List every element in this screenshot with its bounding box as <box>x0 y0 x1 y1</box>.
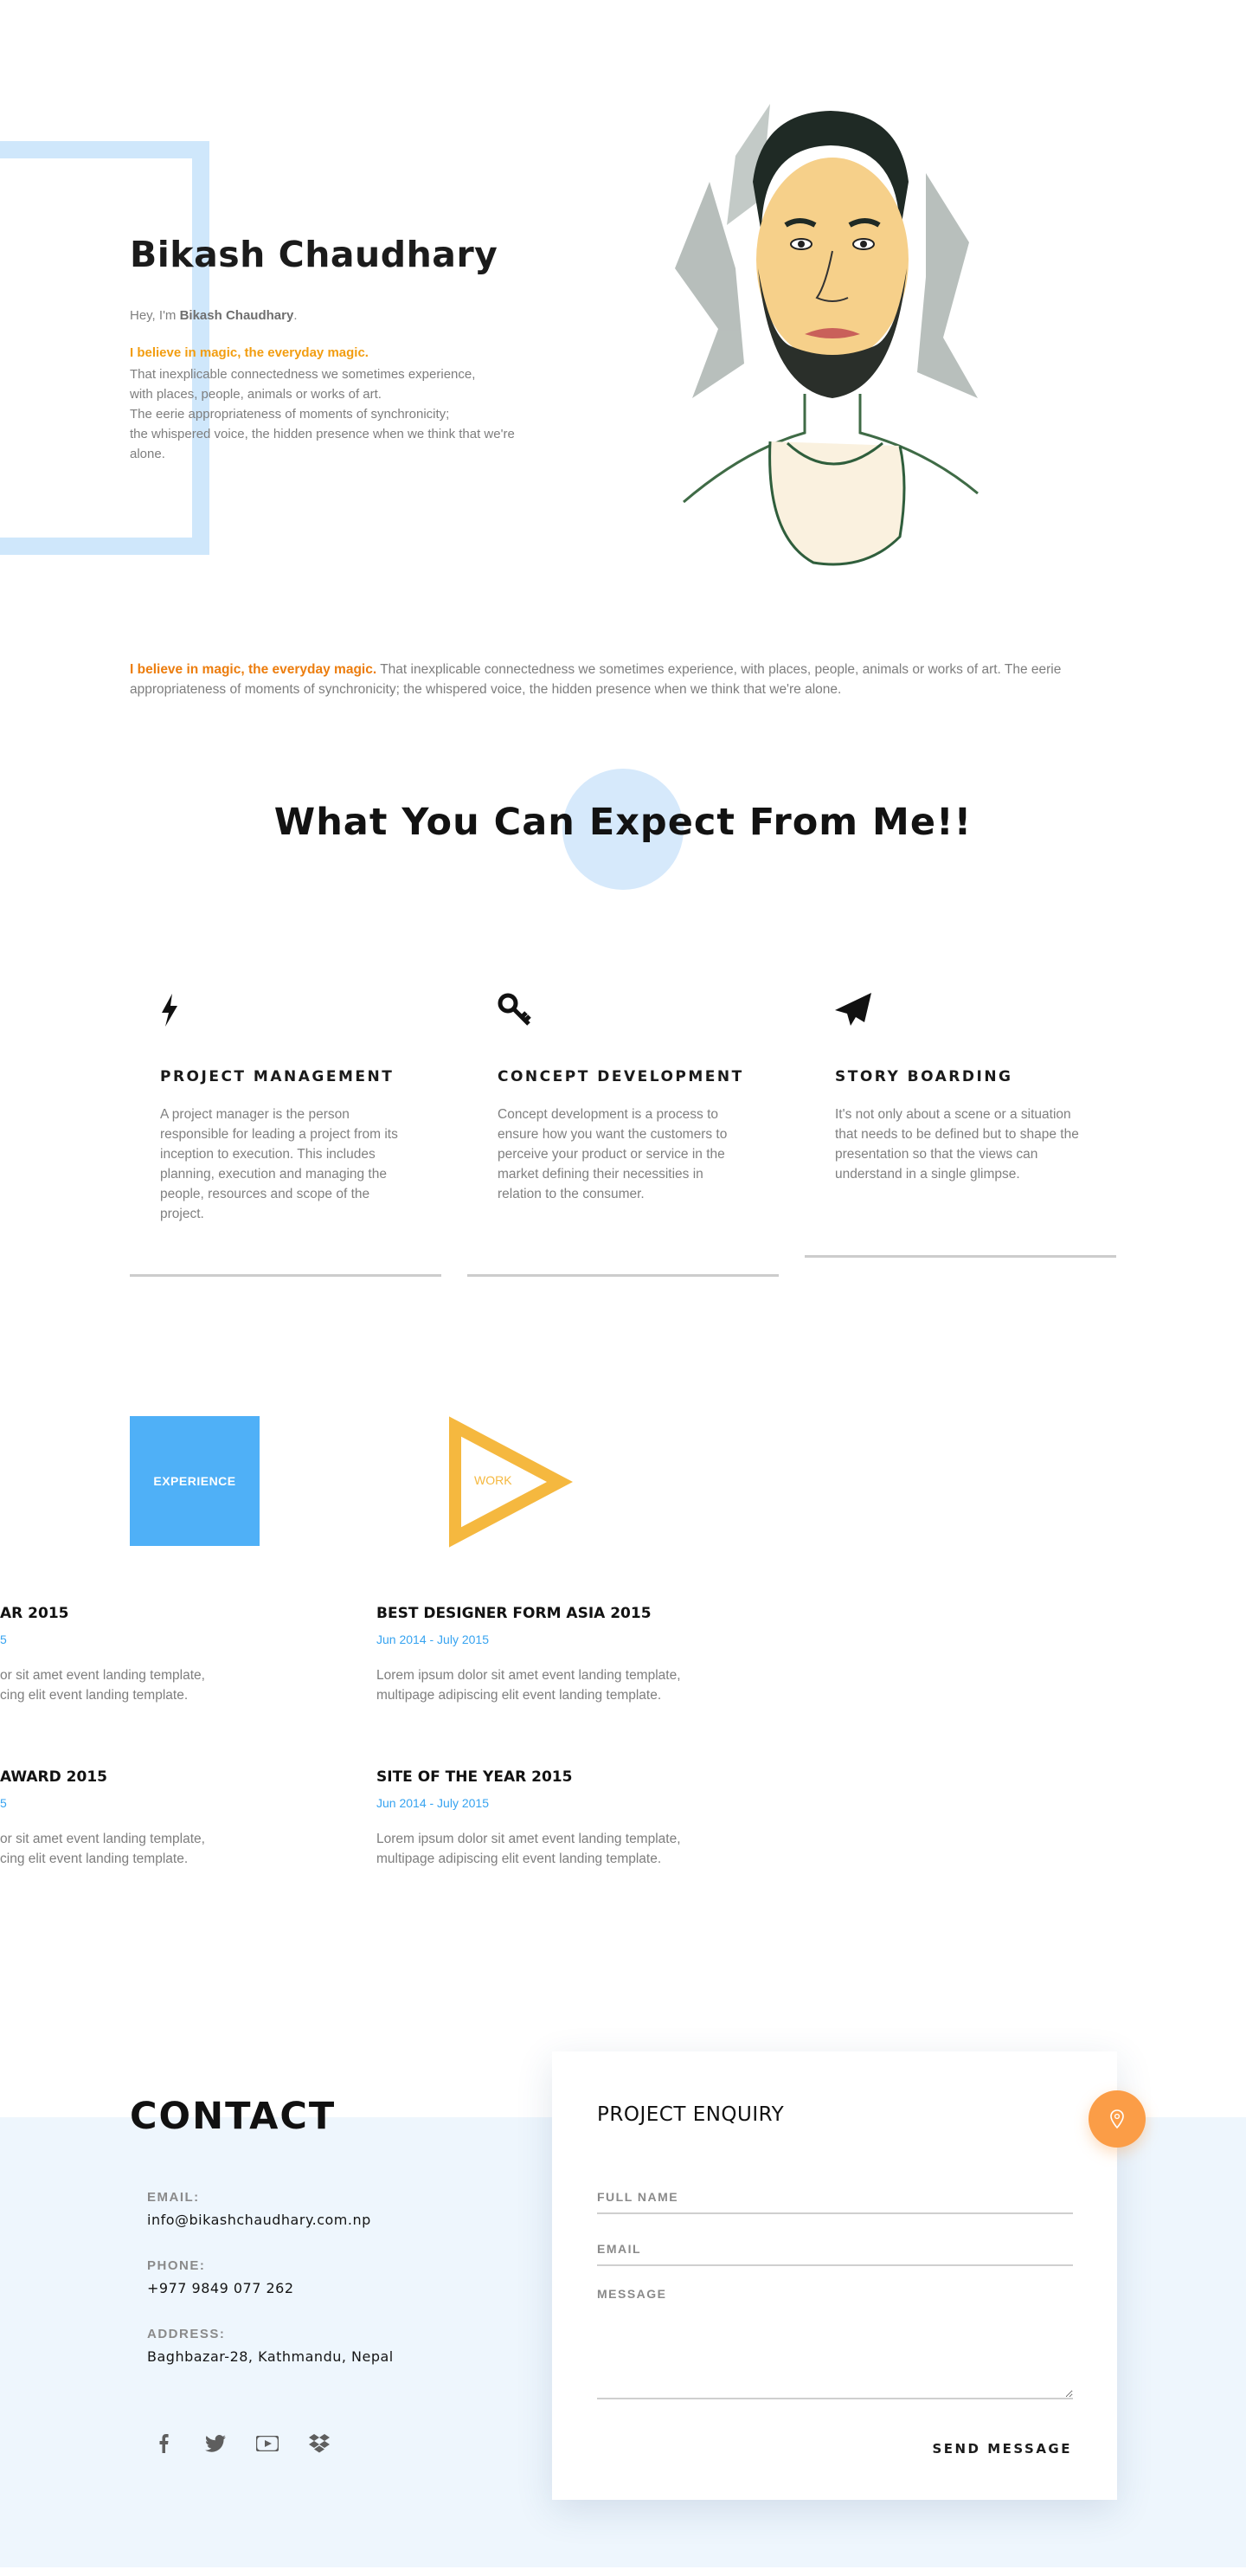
intro-paragraph: I believe in magic, the everyday magic. … <box>130 662 1062 697</box>
service-description: A project manager is the person responsi… <box>160 1107 398 1221</box>
email-value[interactable]: info@bikashchaudhary.com.np <box>147 2212 371 2228</box>
item-title: BEST DESIGNER FORM ASIA 2015 <box>376 1605 652 1622</box>
contact-address: ADDRESS: Baghbazar-28, Kathmandu, Nepal <box>147 2327 394 2365</box>
facebook-icon[interactable] <box>152 2432 175 2455</box>
full-name-input[interactable] <box>597 2190 1073 2214</box>
item-date: Jun 2014 - July 2015 <box>376 1796 489 1810</box>
expect-section-title: What You Can Expect From Me!! <box>273 801 973 844</box>
hero-tagline: I believe in magic, the everyday magic. <box>130 345 369 360</box>
phone-label: PHONE: <box>147 2258 206 2273</box>
experience-item: SITE OF THE YEAR 2015 Jun 2014 - July 20… <box>376 1768 774 1869</box>
item-title: SITE OF THE YEAR 2015 <box>376 1768 573 1786</box>
enquiry-title: PROJECT ENQUIRY <box>597 2103 785 2126</box>
experience-item: AWARD 2015 5 or sit amet event landing t… <box>0 1768 398 1869</box>
item-date: 5 <box>0 1633 7 1646</box>
service-title: PROJECT MANAGEMENT <box>160 1068 395 1085</box>
hero-greeting: Hey, I'm Bikash Chaudhary. <box>130 308 298 323</box>
bolt-icon <box>160 989 411 1032</box>
map-pin-button[interactable] <box>1089 2090 1146 2148</box>
service-card-story-boarding: STORY BOARDING It's not only about a sce… <box>805 969 1116 1258</box>
email-input[interactable] <box>597 2242 1073 2266</box>
social-links <box>152 2432 331 2455</box>
service-title: STORY BOARDING <box>835 1068 1013 1085</box>
contact-email: EMAIL: info@bikashchaudhary.com.np <box>147 2190 371 2228</box>
item-description: Lorem ipsum dolor sit amet event landing… <box>376 1832 681 1866</box>
contact-title: CONTACT <box>130 2095 337 2138</box>
dropbox-icon[interactable] <box>308 2432 331 2455</box>
experience-tab[interactable]: EXPERIENCE <box>130 1416 260 1546</box>
email-label: EMAIL: <box>147 2190 200 2205</box>
paper-plane-icon <box>835 989 1086 1032</box>
project-enquiry-card: PROJECT ENQUIRY SEND MESSAGE <box>552 2051 1117 2500</box>
twitter-icon[interactable] <box>204 2432 227 2455</box>
phone-value[interactable]: +977 9849 077 262 <box>147 2280 294 2296</box>
send-message-button[interactable]: SEND MESSAGE <box>932 2441 1072 2457</box>
map-pin-icon <box>1110 2109 1124 2128</box>
service-description: It's not only about a scene or a situati… <box>835 1107 1079 1182</box>
contact-phone: PHONE: +977 9849 077 262 <box>147 2258 294 2296</box>
message-textarea[interactable] <box>597 2287 1073 2399</box>
item-description: or sit amet event landing template, cing … <box>0 1668 205 1703</box>
hero-name: Bikash Chaudhary <box>130 234 498 275</box>
item-date: 5 <box>0 1796 7 1810</box>
item-description: Lorem ipsum dolor sit amet event landing… <box>376 1668 681 1703</box>
service-card-project-management: PROJECT MANAGEMENT A project manager is … <box>130 969 441 1277</box>
address-label: ADDRESS: <box>147 2327 226 2341</box>
service-card-concept-development: CONCEPT DEVELOPMENT Concept development … <box>467 969 779 1277</box>
portrait-illustration <box>675 104 979 566</box>
address-value: Baghbazar-28, Kathmandu, Nepal <box>147 2348 394 2365</box>
service-description: Concept development is a process to ensu… <box>498 1107 728 1201</box>
item-description: or sit amet event landing template, cing … <box>0 1832 205 1866</box>
work-tab-label[interactable]: WORK <box>474 1473 512 1487</box>
service-title: CONCEPT DEVELOPMENT <box>498 1068 744 1085</box>
youtube-icon[interactable] <box>256 2432 279 2455</box>
experience-item: AR 2015 5 or sit amet event landing temp… <box>0 1605 398 1705</box>
hero-description: That inexplicable connectedness we somet… <box>130 367 515 461</box>
item-date: Jun 2014 - July 2015 <box>376 1633 489 1646</box>
key-icon <box>498 989 748 1032</box>
experience-item: BEST DESIGNER FORM ASIA 2015 Jun 2014 - … <box>376 1605 774 1705</box>
item-title: AR 2015 <box>0 1605 69 1622</box>
item-title: AWARD 2015 <box>0 1768 107 1786</box>
